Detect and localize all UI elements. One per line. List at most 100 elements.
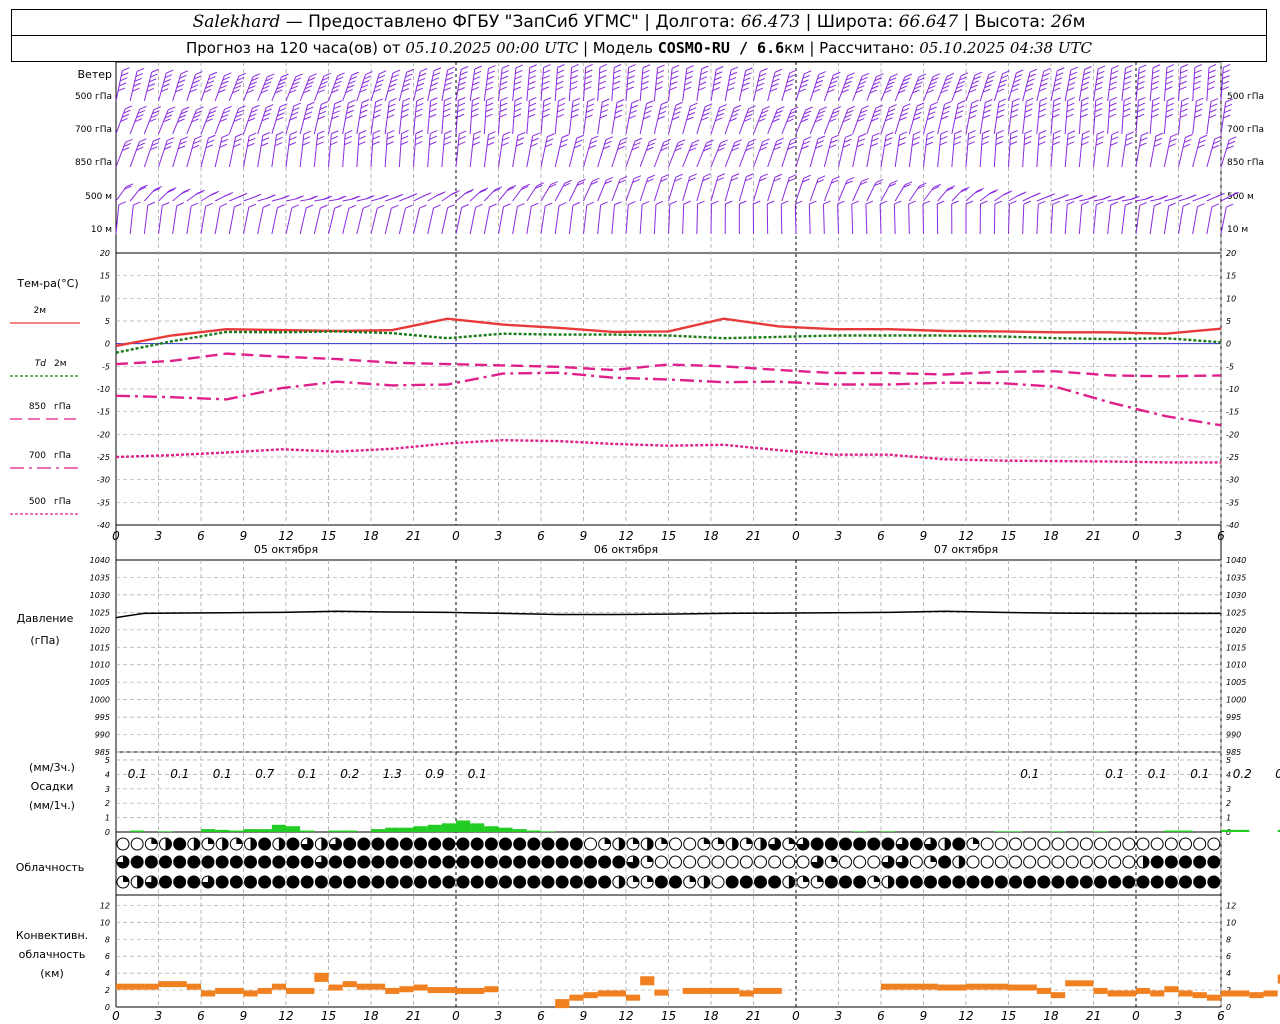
wind-level-label-left: 700 гПа <box>75 125 112 135</box>
wind-barb-flag <box>358 135 366 140</box>
wind-barb-flag <box>1124 70 1133 75</box>
wind-barb-flag <box>715 71 723 76</box>
temperature-ytick-left: -15 <box>97 408 110 417</box>
wind-level-label-left: 850 гПа <box>75 158 112 168</box>
cloud-symbol <box>994 837 1008 851</box>
wind-barb-flag <box>1054 77 1063 82</box>
wind-barb-flag <box>1180 69 1188 74</box>
wind-barb-flag <box>122 67 130 72</box>
cloud-symbol <box>1023 875 1037 889</box>
wind-barb-flag <box>1150 86 1159 91</box>
wind-barb-flag <box>337 195 345 200</box>
wind-barb-flag <box>447 204 455 209</box>
precip-unit-top: (мм/3ч.) <box>29 761 75 774</box>
cloud-symbol <box>1023 837 1037 851</box>
wind-barb-flag <box>1151 80 1159 85</box>
wind-barb-flag <box>1126 131 1134 136</box>
wind-barb-flag <box>1181 102 1189 107</box>
wind-barb-flag <box>967 141 975 146</box>
cloud-symbol <box>116 837 130 851</box>
wind-barb-flag <box>133 201 141 206</box>
wind-barb-flag <box>1067 82 1076 86</box>
wind-barb-flag <box>1053 97 1062 102</box>
wind-barb-flag <box>262 132 271 136</box>
cloud-symbol <box>1193 855 1207 869</box>
precip-total-label: 0.1 <box>1105 767 1124 781</box>
wind-barb-flag <box>125 138 133 143</box>
wind-barb-flag <box>317 130 325 135</box>
wind-barb-flag <box>1066 141 1075 146</box>
cloud-symbol <box>258 875 272 889</box>
wind-barb-flag <box>898 142 906 147</box>
convective-time-tick-label: 12 <box>958 1009 973 1023</box>
precip-total-label: 0.1 <box>128 767 147 781</box>
wind-barb-flag <box>458 81 466 86</box>
precip-bar <box>1178 830 1193 832</box>
cloud-symbol <box>428 875 442 889</box>
cloud-symbol <box>399 875 413 889</box>
wind-barb-flag <box>631 99 639 104</box>
convective-ytick-left: 10 <box>100 918 110 927</box>
wind-barb-flag <box>1067 200 1075 205</box>
convective-ytick-left: 4 <box>105 969 110 978</box>
convective-ytick-right: 10 <box>1226 918 1236 927</box>
wind-barb-flag <box>899 131 908 136</box>
convective-bar <box>215 987 244 994</box>
wind-barb-flag <box>280 195 288 200</box>
wind-barb-flag <box>615 109 623 114</box>
wind-barb-flag <box>543 102 551 107</box>
wind-barb-flag <box>528 80 536 85</box>
wind-barb-flag <box>1170 133 1178 138</box>
wind-barb-flag <box>1080 113 1088 118</box>
wind-barb-flag <box>309 73 317 78</box>
convective-bar <box>1150 990 1165 997</box>
temperature-ytick-right: -20 <box>1226 430 1239 439</box>
wind-barb-flag <box>1130 196 1138 200</box>
wind-barb <box>1149 205 1155 235</box>
cloud-symbol <box>1136 875 1150 889</box>
time-tick-label: 0 <box>112 529 120 543</box>
wind-barb-flag <box>1180 64 1189 68</box>
cloud-symbol <box>1150 855 1164 869</box>
cloud-symbol <box>399 837 413 851</box>
temperature-ytick-right: 10 <box>1226 294 1236 303</box>
convective-bar <box>1206 994 1221 1001</box>
cloud-symbol <box>428 855 442 869</box>
wind-barb-flag <box>542 69 551 74</box>
cloud-symbol <box>683 837 697 851</box>
cloud-symbol-fill <box>803 876 809 882</box>
temperature-ytick-left: -35 <box>97 498 110 507</box>
convective-bar <box>1192 992 1207 999</box>
wind-barb-flag <box>153 106 162 111</box>
wind-barb-flag <box>415 135 423 140</box>
time-tick-label: 6 <box>197 529 205 543</box>
wind-barb-flag <box>717 173 726 178</box>
wind-barb-flag <box>626 86 635 91</box>
precip-ytick-right: 5 <box>1226 756 1231 765</box>
wind-barb-flag <box>675 173 683 178</box>
wind-barb-flag <box>1111 131 1120 136</box>
wind-barb-flag <box>457 87 465 91</box>
pressure-ytick-right: 1020 <box>1226 626 1246 635</box>
convective-bar <box>342 981 357 988</box>
wind-barb-flag <box>308 195 317 200</box>
wind-barb-flag <box>167 106 176 111</box>
wind-barb-flag <box>692 139 700 144</box>
wind-barb-flag <box>267 73 275 78</box>
precip-bar <box>541 831 556 832</box>
wind-barb-flag <box>833 71 841 76</box>
wind-barb-flag <box>514 75 523 80</box>
cloud-symbol <box>669 855 682 869</box>
wind-barb-flag <box>389 98 397 103</box>
wind-barb-flag <box>294 195 303 200</box>
wind-barb <box>1135 205 1141 235</box>
cloud-symbol <box>1193 875 1207 889</box>
wind-barb-flag <box>473 76 481 81</box>
wind-barb-flag <box>429 102 438 107</box>
cloud-symbol <box>484 875 498 889</box>
cloud-symbol <box>286 837 300 851</box>
wind-barb-flag <box>1097 65 1106 70</box>
wind-barb-flag <box>969 109 978 114</box>
cloud-symbol <box>555 875 569 889</box>
wind-barb-flag <box>872 132 880 137</box>
